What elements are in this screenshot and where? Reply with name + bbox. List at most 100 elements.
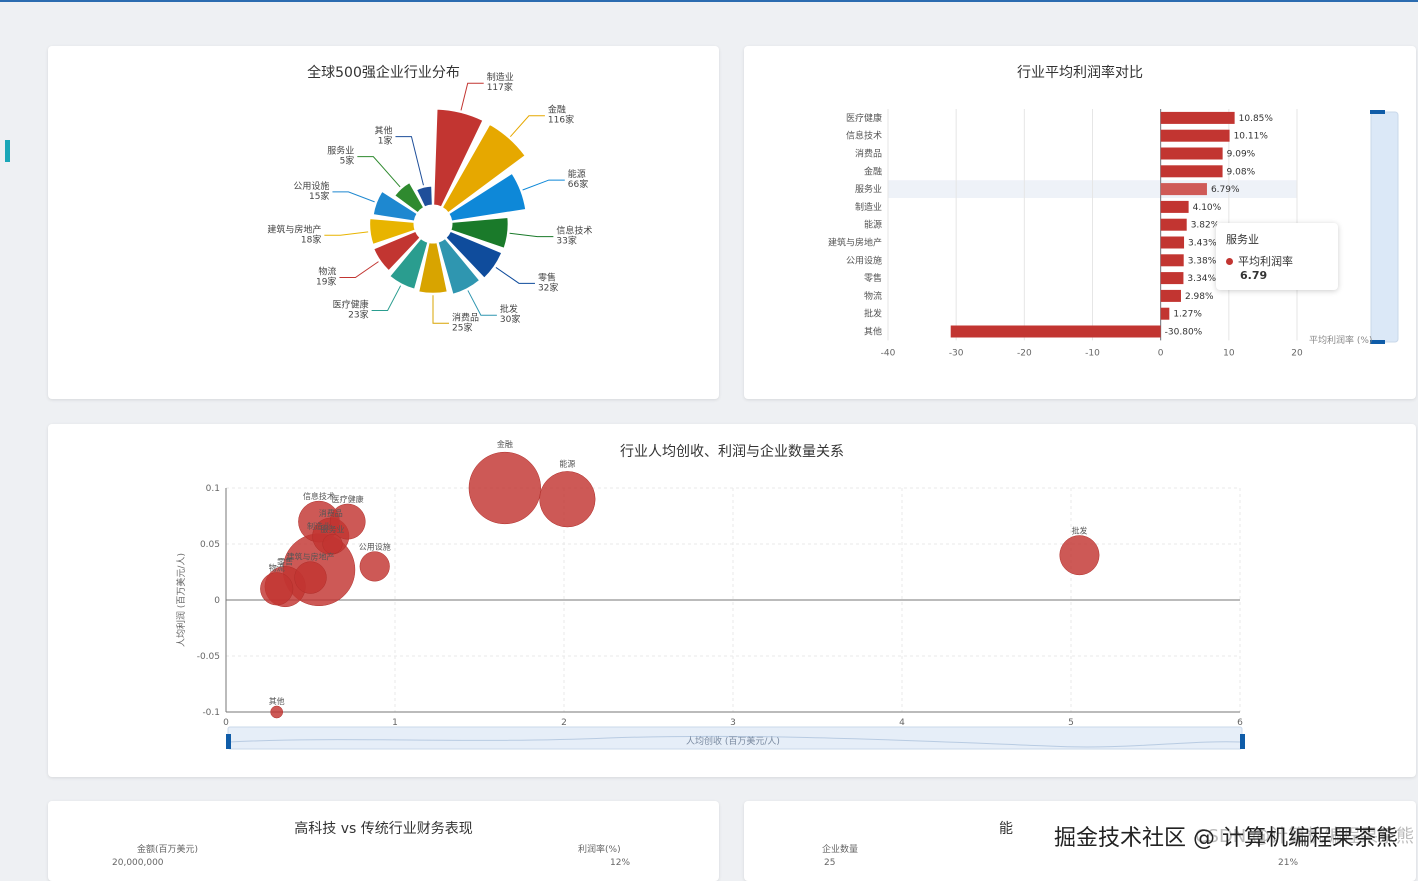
bar-rect [1160,111,1235,124]
bubble-label: 信息技术 [303,491,335,501]
pie-label-name: 服务业 [327,145,354,157]
tooltip-value: 6.79 [1240,269,1268,282]
top-accent-line [0,0,1418,2]
pie-label-line [522,179,565,191]
bubble-y-tick: 0 [214,596,220,606]
tech-left-tick: 20,000,000 [112,858,164,868]
pie-label-line [357,156,401,188]
bar-rect [950,325,1161,338]
bar-category-label: 物流 [864,290,882,302]
bar-value-label: 3.34% [1187,274,1216,284]
bar-category-label: 金融 [864,165,882,177]
pie-label-line [509,115,545,138]
bubble-point [294,561,327,594]
pie-label-value: 33家 [556,235,576,247]
pie-label-line [467,290,497,316]
pie-label-value: 23家 [348,308,368,320]
bubble-point [322,533,343,555]
bubble-y-tick: -0.05 [197,652,220,662]
bubble-y-label: 人均利润 (百万美元/人) [175,553,187,647]
bar-category-label: 其他 [864,326,882,338]
bar-value-label: 1.27% [1173,310,1202,320]
pie-label-name: 公用设施 [293,180,329,192]
pie-label-value: 5家 [340,155,355,167]
bubble-y-tick: 0.05 [200,540,220,550]
bar-category-label: 批发 [864,308,882,320]
bar-rect [1160,129,1230,142]
pie-label-value: 15家 [309,190,329,202]
bubble-chart[interactable]: 0 1 2 3 4 5 60.10.050-0.05-0.1人均利润 (百万美元/人)金融能… [48,424,1416,777]
tech-left-axis-label: 金额(百万美元) [137,845,199,855]
pie-label-value: 18家 [301,233,321,245]
bar-rect [1160,272,1184,285]
bar-category-label: 建筑与房地产 [828,237,882,249]
bar-rect [1160,254,1184,267]
bubble-label: 其他 [269,696,285,706]
bar-category-label: 零售 [864,272,882,284]
pie-label-line [332,191,375,203]
bubble-label: 物流 [269,563,285,573]
bar-value-label: 3.38% [1188,256,1217,266]
pie-label-line [395,136,424,186]
bubble-x-label: 人均创收 (百万美元/人) [686,735,780,747]
pie-label-line [432,295,449,324]
bar-x-tick: -20 [1017,348,1032,358]
tech-chart-card: 高科技 vs 传统行业财务表现 金额(百万美元) 利润率(%) 20,000,0… [48,801,719,881]
pie-label-value: 116家 [548,114,574,126]
bar-value-label: -30.80% [1165,328,1203,338]
bar-datazoom-track [1370,111,1399,343]
pie-label-value: 32家 [538,281,558,293]
pie-label-name: 批发 [500,303,518,315]
bar-rect [1160,236,1185,249]
bar-x-tick: -10 [1085,348,1100,358]
tech-chart-title: 高科技 vs 传统行业财务表现 [294,821,473,837]
bar-value-label: 9.09% [1227,150,1256,160]
bar-rect [1160,289,1181,302]
bubble-chart-card: 行业人均创收、利润与企业数量关系 0 1 2 3 4 5 6 0.1 0.05 0 -0.05 -0.… [48,424,1416,777]
bar-value-label: 6.79% [1211,185,1240,195]
bar-value-label: 4.10% [1193,203,1222,213]
bubble-label: 医疗健康 [332,494,364,504]
bar-category-label: 信息技术 [846,130,882,142]
tooltip-row: 平均利润率6.79 [1226,253,1328,282]
pie-label-value: 66家 [568,178,588,190]
bar-value-label: 3.43% [1188,239,1217,249]
pie-label-line [324,231,369,236]
bar-rect [1160,165,1223,178]
pie-chart[interactable]: 制造业117家金融116家能源66家信息技术33家零售32家批发30家 消费品25… [48,46,719,399]
pie-label-value: 30家 [500,313,520,325]
tooltip-series-name: 平均利润率 [1238,255,1293,268]
bubble-point [1059,535,1100,576]
pie-label-name: 建筑与房地产 [267,223,321,235]
bubble-label: 批发 [1071,525,1087,535]
bubble-datazoom-handle-right [1240,734,1245,749]
bar-x-tick: -30 [949,348,964,358]
tooltip-series-dot [1226,258,1233,265]
bar-value-label: 10.85% [1239,114,1274,124]
pie-label-value: 25家 [452,321,472,333]
bar-x-tick: 20 [1291,348,1303,358]
bubble-label: 消费品 [319,508,343,518]
bar-x-tick: 10 [1223,348,1235,358]
pie-label-name: 信息技术 [556,225,592,237]
bubble-point [359,551,390,582]
bar-rect [1160,147,1223,160]
bubble-x-tick: 0 [223,718,229,728]
chart-tooltip: 服务业 平均利润率6.79 [1216,223,1338,290]
tech-right-tick: 12% [610,858,631,868]
bubble-y-tick: -0.1 [202,708,220,718]
pie-label-value: 19家 [316,276,336,288]
pie-label-value: 1家 [378,135,393,147]
bubble-point [539,471,596,528]
pie-label-name: 消费品 [452,311,479,323]
pie-label-name: 其他 [374,125,392,137]
bar-category-label: 公用设施 [846,254,882,266]
bar-category-label: 能源 [864,219,882,231]
bar-x-tick: -40 [881,348,896,358]
bubble-label: 制造业 [307,521,331,531]
pie-label-name: 能源 [568,168,586,180]
bar-value-label: 9.08% [1227,167,1256,177]
bar-value-label: 10.11% [1234,132,1269,142]
bar-rect [1160,183,1207,196]
bar-category-label: 服务业 [855,183,882,195]
